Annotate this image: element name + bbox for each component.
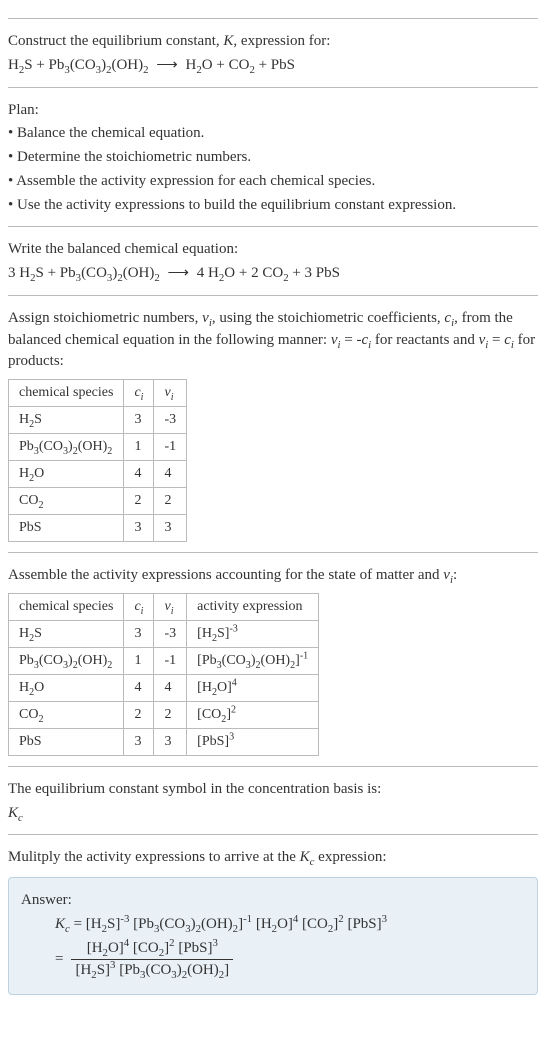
ci-cell: 3: [124, 515, 154, 542]
plan-item: • Use the activity expressions to build …: [8, 195, 538, 217]
answer-box: Answer: Kc = [H2S]-3 [Pb3(CO3)2(OH)2]-1 …: [8, 877, 538, 995]
species-cell: H2S: [9, 407, 124, 434]
plan-item: • Determine the stoichiometric numbers.: [8, 147, 538, 169]
answer-fraction: [H2O]4 [CO2]2 [PbS]3 [H2S]3 [Pb3(CO3)2(O…: [71, 938, 233, 983]
activity-cell: [Pb3(CO3)2(OH)2]-1: [187, 647, 319, 674]
answer-label: Answer:: [21, 890, 525, 912]
species-cell: H2O: [9, 674, 124, 701]
ci-cell: 4: [124, 674, 154, 701]
header-text: Construct the equilibrium constant, K, e…: [8, 31, 538, 53]
activity-cell: [H2S]-3: [187, 620, 319, 647]
vi-cell: -3: [154, 620, 187, 647]
col-ci: ci: [124, 593, 154, 620]
vi-cell: 3: [154, 515, 187, 542]
vi-cell: 4: [154, 461, 187, 488]
plan-title: Plan:: [8, 100, 538, 122]
assign-section: Assign stoichiometric numbers, νi, using…: [8, 295, 538, 542]
table-row: H2S 3 -3: [9, 407, 187, 434]
symbol-section: The equilibrium constant symbol in the c…: [8, 766, 538, 825]
table-row: Pb3(CO3)2(OH)2 1 -1 [Pb3(CO3)2(OH)2]-1: [9, 647, 319, 674]
table-row: H2O 4 4 [H2O]4: [9, 674, 319, 701]
species-cell: CO2: [9, 488, 124, 515]
plan-section: Plan: • Balance the chemical equation. •…: [8, 87, 538, 217]
vi-cell: 2: [154, 488, 187, 515]
ci-cell: 1: [124, 434, 154, 461]
activity-title: Assemble the activity expressions accoun…: [8, 565, 538, 587]
activity-table: chemical species ci νi activity expressi…: [8, 593, 319, 756]
vi-cell: 3: [154, 728, 187, 755]
table-row: CO2 2 2 [CO2]2: [9, 701, 319, 728]
species-cell: Pb3(CO3)2(OH)2: [9, 647, 124, 674]
activity-cell: [CO2]2: [187, 701, 319, 728]
vi-cell: -1: [154, 434, 187, 461]
stoich-table: chemical species ci νi H2S 3 -3 Pb3(CO3)…: [8, 379, 187, 542]
table-row: PbS 3 3: [9, 515, 187, 542]
species-cell: H2S: [9, 620, 124, 647]
col-species: chemical species: [9, 380, 124, 407]
answer-line2: = [H2O]4 [CO2]2 [PbS]3 [H2S]3 [Pb3(CO3)2…: [55, 938, 525, 983]
table-row: PbS 3 3 [PbS]3: [9, 728, 319, 755]
ci-cell: 3: [124, 620, 154, 647]
species-cell: CO2: [9, 701, 124, 728]
header-section: Construct the equilibrium constant, K, e…: [8, 18, 538, 77]
table-row: H2S 3 -3 [H2S]-3: [9, 620, 319, 647]
answer-content: Kc = [H2S]-3 [Pb3(CO3)2(OH)2]-1 [H2O]4 […: [21, 914, 525, 982]
ci-cell: 4: [124, 461, 154, 488]
multiply-title: Mulitply the activity expressions to arr…: [8, 847, 538, 869]
table-header-row: chemical species ci νi activity expressi…: [9, 593, 319, 620]
vi-cell: -3: [154, 407, 187, 434]
ci-cell: 2: [124, 488, 154, 515]
ci-cell: 1: [124, 647, 154, 674]
activity-cell: [H2O]4: [187, 674, 319, 701]
table-row: H2O 4 4: [9, 461, 187, 488]
col-vi: νi: [154, 593, 187, 620]
ci-cell: 2: [124, 701, 154, 728]
header-equation: H2S + Pb3(CO3)2(OH)2 ⟶ H2O + CO2 + PbS: [8, 55, 538, 77]
col-activity: activity expression: [187, 593, 319, 620]
vi-cell: 4: [154, 674, 187, 701]
species-cell: Pb3(CO3)2(OH)2: [9, 434, 124, 461]
table-header-row: chemical species ci νi: [9, 380, 187, 407]
col-ci: ci: [124, 380, 154, 407]
vi-cell: 2: [154, 701, 187, 728]
fraction-numerator: [H2O]4 [CO2]2 [PbS]3: [71, 938, 233, 961]
ci-cell: 3: [124, 728, 154, 755]
table-row: CO2 2 2: [9, 488, 187, 515]
species-cell: H2O: [9, 461, 124, 488]
balanced-equation: 3 H2S + Pb3(CO3)2(OH)2 ⟶ 4 H2O + 2 CO2 +…: [8, 263, 538, 285]
balanced-title: Write the balanced chemical equation:: [8, 239, 538, 261]
symbol-title: The equilibrium constant symbol in the c…: [8, 779, 538, 801]
symbol-value: Kc: [8, 803, 538, 825]
species-cell: PbS: [9, 728, 124, 755]
balanced-section: Write the balanced chemical equation: 3 …: [8, 226, 538, 285]
table-row: Pb3(CO3)2(OH)2 1 -1: [9, 434, 187, 461]
col-vi: νi: [154, 380, 187, 407]
plan-item: • Assemble the activity expression for e…: [8, 171, 538, 193]
species-cell: PbS: [9, 515, 124, 542]
ci-cell: 3: [124, 407, 154, 434]
answer-line1: Kc = [H2S]-3 [Pb3(CO3)2(OH)2]-1 [H2O]4 […: [55, 914, 525, 936]
activity-section: Assemble the activity expressions accoun…: [8, 552, 538, 756]
multiply-section: Mulitply the activity expressions to arr…: [8, 834, 538, 995]
col-species: chemical species: [9, 593, 124, 620]
fraction-denominator: [H2S]3 [Pb3(CO3)2(OH)2]: [71, 960, 233, 982]
assign-text: Assign stoichiometric numbers, νi, using…: [8, 308, 538, 373]
vi-cell: -1: [154, 647, 187, 674]
activity-cell: [PbS]3: [187, 728, 319, 755]
plan-item: • Balance the chemical equation.: [8, 123, 538, 145]
